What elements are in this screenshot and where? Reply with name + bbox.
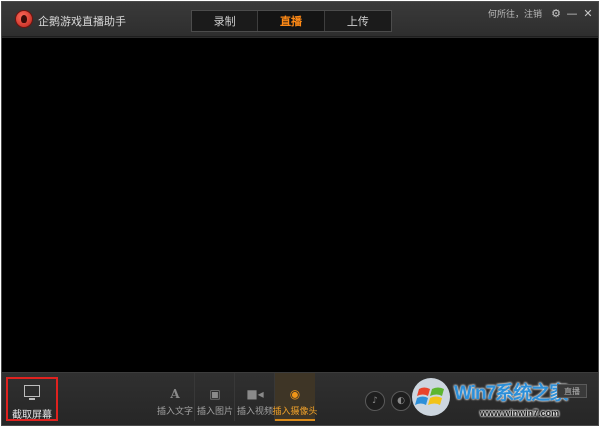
insert-webcam-button[interactable]: ◉ 插入摄像头 bbox=[272, 373, 318, 421]
text-icon: A bbox=[170, 387, 180, 401]
title-bar: 企鹅游戏直播助手 录制 直播 上传 何所往，注销 ⚙ — ✕ bbox=[2, 2, 598, 37]
insert-toolbar: A 插入文字 ▣ 插入图片 ■◂ 插入视频 ◉ 插入摄像头 bbox=[155, 373, 318, 425]
gear-icon[interactable]: ⚙ bbox=[549, 6, 563, 20]
capture-screen-button[interactable]: 截取屏幕 bbox=[6, 377, 58, 421]
image-icon: ▣ bbox=[209, 387, 221, 401]
volume-icon[interactable]: ◐ bbox=[391, 391, 411, 411]
mode-tabs: 录制 直播 上传 bbox=[191, 10, 392, 32]
tab-live[interactable]: 直播 bbox=[258, 11, 325, 31]
app-window: 企鹅游戏直播助手 录制 直播 上传 何所往，注销 ⚙ — ✕ 截取屏幕 A 插入… bbox=[1, 1, 599, 426]
monitor-icon bbox=[24, 385, 40, 400]
tab-upload[interactable]: 上传 bbox=[325, 11, 391, 31]
close-icon[interactable]: ✕ bbox=[581, 6, 595, 20]
windows-logo-icon bbox=[412, 378, 450, 416]
microphone-icon[interactable]: ♪ bbox=[365, 391, 385, 411]
insert-video-button[interactable]: ■◂ 插入视频 bbox=[235, 373, 275, 421]
tab-record[interactable]: 录制 bbox=[192, 11, 259, 31]
penguin-logo-icon bbox=[15, 10, 33, 28]
minimize-icon[interactable]: — bbox=[565, 6, 579, 20]
live-preview-area bbox=[2, 38, 598, 372]
window-controls: ⚙ — ✕ bbox=[549, 6, 597, 20]
insert-text-button[interactable]: A 插入文字 bbox=[155, 373, 195, 421]
user-logout-link[interactable]: 何所往，注销 bbox=[488, 7, 542, 20]
video-icon: ■◂ bbox=[246, 387, 264, 401]
side-live-button[interactable]: 直播 bbox=[557, 384, 587, 398]
watermark-title: Win7系统之家 bbox=[454, 383, 568, 404]
insert-webcam-label: 插入摄像头 bbox=[272, 407, 318, 417]
app-title: 企鹅游戏直播助手 bbox=[38, 15, 126, 28]
webcam-icon: ◉ bbox=[289, 387, 301, 401]
insert-image-button[interactable]: ▣ 插入图片 bbox=[195, 373, 235, 421]
watermark-url: www.winwin7.com bbox=[480, 408, 560, 418]
capture-screen-label: 截取屏幕 bbox=[12, 410, 52, 421]
